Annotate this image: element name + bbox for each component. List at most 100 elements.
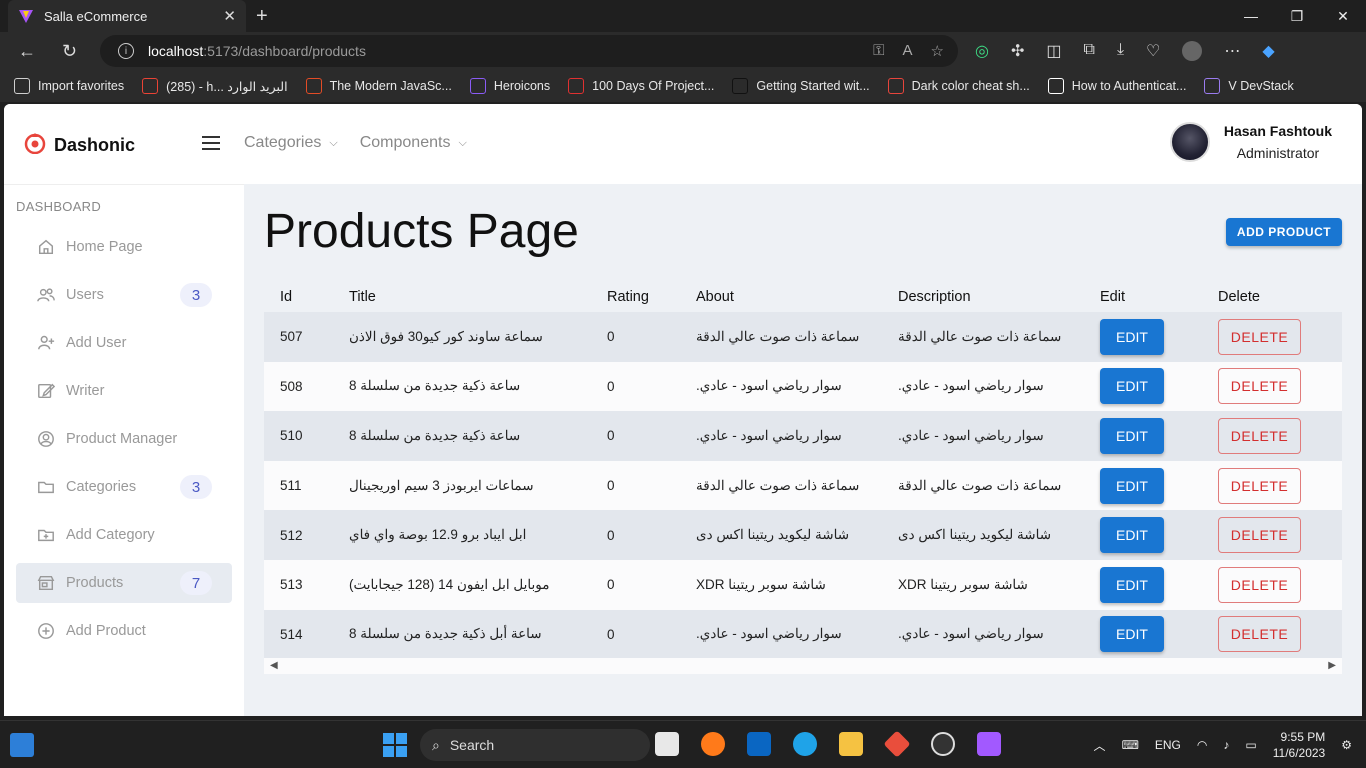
firefox-icon[interactable] [701, 732, 725, 756]
delete-button[interactable]: DELETE [1218, 616, 1301, 653]
figma-icon[interactable] [977, 732, 1001, 756]
address-bar[interactable]: i localhost:5173/dashboard/products ⚿ A … [100, 35, 958, 67]
products-table: Id Title Rating About Description Edit Delete … [264, 282, 1342, 660]
sidebar-item-add-product[interactable]: Add Product [16, 611, 232, 651]
extensions-icon[interactable]: ✣ [1011, 41, 1024, 61]
bookmark-label: Import favorites [38, 79, 125, 93]
refresh-icon[interactable]: ↻ [62, 41, 77, 62]
brand[interactable]: Dashonic [24, 132, 135, 159]
more-icon[interactable]: ⋯ [1224, 41, 1240, 61]
bookmark-item[interactable]: How to Authenticat... [1047, 78, 1186, 94]
health-icon[interactable]: ♡ [1146, 41, 1160, 61]
user-menu[interactable]: Hasan Fashtouk Administrator [1169, 122, 1332, 162]
sidebar-item-product-manager[interactable]: Product Manager [16, 419, 232, 459]
browser-tab[interactable]: Salla eCommerce ✕ [8, 0, 246, 32]
table-row: 513 موبايل ابل ايفون 14 (128 جيجابايت) 0 شا… [264, 559, 1342, 610]
cell-edit: EDIT [1084, 609, 1202, 660]
edge-icon[interactable] [793, 732, 817, 756]
delete-button[interactable]: DELETE [1218, 566, 1301, 603]
star-icon[interactable]: ☆ [931, 42, 944, 60]
edit-button[interactable]: EDIT [1100, 467, 1164, 504]
clock[interactable]: 9:55 PM 11/6/2023 [1273, 729, 1326, 761]
file-app-icon[interactable] [655, 732, 679, 756]
volume-icon[interactable]: ♪ [1223, 738, 1229, 752]
bookmark-item[interactable]: Dark color cheat sh... [887, 78, 1030, 94]
delete-button[interactable]: DELETE [1218, 417, 1301, 454]
bookmark-item[interactable]: (285) - h... البريد الوارد [142, 78, 288, 94]
download-icon[interactable]: ⤓ [1117, 41, 1124, 61]
extension-circle-icon[interactable]: ◎ [975, 41, 989, 61]
wifi-icon[interactable]: ◠ [1197, 738, 1207, 752]
bookmark-label: 100 Days Of Project... [592, 79, 715, 93]
medium-icon [1047, 78, 1064, 94]
delete-button[interactable]: DELETE [1218, 368, 1301, 405]
delete-button[interactable]: DELETE [1218, 467, 1301, 504]
bookmark-item[interactable]: Heroicons [469, 78, 551, 94]
close-window-icon[interactable]: ✕ [1320, 0, 1366, 32]
sidebar-item-products[interactable]: Products 7 [16, 563, 232, 603]
sidebar-item-home-page[interactable]: Home Page [16, 227, 232, 267]
horizontal-scrollbar[interactable]: ◀ ▶ [264, 658, 1342, 674]
minimize-icon[interactable]: — [1228, 0, 1274, 32]
delete-button[interactable]: DELETE [1218, 517, 1301, 554]
bookmark-item[interactable]: 100 Days Of Project... [568, 78, 714, 94]
page-viewport: Dashonic Categories ⌵ Components ⌵ Hasan… [4, 104, 1362, 716]
column-header: About [696, 289, 734, 305]
git-icon[interactable] [883, 730, 911, 758]
cell-description: شاشة ليكويد ريتينا اكس دى [882, 510, 1084, 560]
start-icon[interactable] [383, 733, 407, 757]
sidebar-item-categories[interactable]: Categories 3 [16, 467, 232, 507]
add-product-button[interactable]: ADD PRODUCT [1226, 218, 1342, 246]
key-icon[interactable]: ⚿ [873, 42, 884, 60]
taskbar-search[interactable]: ⌕ Search [420, 729, 650, 761]
copilot-icon[interactable]: ◆ [1262, 41, 1274, 61]
window-controls: — ❐ ✕ [1228, 0, 1366, 32]
nav-label: Categories [244, 134, 322, 151]
sidebar-item-users[interactable]: Users 3 [16, 275, 232, 315]
edit-button[interactable]: EDIT [1100, 566, 1164, 603]
menu-toggle-icon[interactable] [202, 136, 220, 150]
media-player-icon[interactable] [931, 732, 955, 756]
nav-categories[interactable]: Categories ⌵ [244, 134, 338, 152]
profile-icon[interactable] [1182, 41, 1203, 61]
url-path: :5173/dashboard/products [203, 43, 366, 59]
restore-icon[interactable]: ❐ [1274, 0, 1320, 32]
chevron-up-icon[interactable]: ︿ [1094, 737, 1106, 754]
keyboard-icon[interactable]: ⌨ [1122, 738, 1139, 752]
close-tab-icon[interactable]: ✕ [223, 7, 236, 25]
bookmark-label: The Modern JavaSc... [329, 79, 452, 93]
linkedin-icon[interactable] [747, 732, 771, 756]
read-aloud-icon[interactable]: A [903, 42, 913, 60]
nav-components[interactable]: Components ⌵ [360, 134, 467, 152]
widgets-icon[interactable] [10, 733, 34, 757]
edit-button[interactable]: EDIT [1100, 517, 1164, 554]
bookmark-item[interactable]: Getting Started wit... [732, 78, 870, 94]
sidebar-item-writer[interactable]: Writer [16, 371, 232, 411]
cell-description: سوار رياضي اسود - عادي. [882, 609, 1084, 660]
cell-rating: 0 [591, 559, 680, 610]
scroll-right-icon[interactable]: ▶ [1328, 660, 1336, 671]
split-screen-icon[interactable]: ◫ [1046, 41, 1061, 61]
sidebar-item-add-user[interactable]: Add User [16, 323, 232, 363]
bookmark-item[interactable]: V DevStack [1204, 78, 1294, 94]
file-explorer-icon[interactable] [839, 732, 863, 756]
bookmark-item[interactable]: Import favorites [14, 78, 124, 94]
battery-icon[interactable]: ▭ [1245, 738, 1256, 752]
edit-button[interactable]: EDIT [1100, 417, 1164, 454]
scroll-left-icon[interactable]: ◀ [270, 660, 278, 671]
edit-button[interactable]: EDIT [1100, 616, 1164, 653]
new-tab-icon[interactable]: + [256, 5, 268, 28]
delete-button[interactable]: DELETE [1218, 318, 1301, 355]
notification-icon[interactable]: ⚙ [1341, 738, 1352, 752]
edit-button[interactable]: EDIT [1100, 368, 1164, 405]
cell-rating: 0 [591, 312, 680, 362]
edit-button[interactable]: EDIT [1100, 318, 1164, 355]
language-indicator[interactable]: ENG [1155, 738, 1181, 752]
site-info-icon[interactable]: i [118, 43, 134, 59]
back-icon[interactable]: ← [18, 41, 36, 62]
cell-rating: 0 [591, 361, 680, 412]
bookmark-label: Heroicons [493, 79, 551, 93]
bookmark-item[interactable]: The Modern JavaSc... [305, 78, 452, 94]
sidebar-item-add-category[interactable]: Add Category [16, 515, 232, 555]
collections-icon[interactable]: ⧉ [1084, 41, 1095, 61]
